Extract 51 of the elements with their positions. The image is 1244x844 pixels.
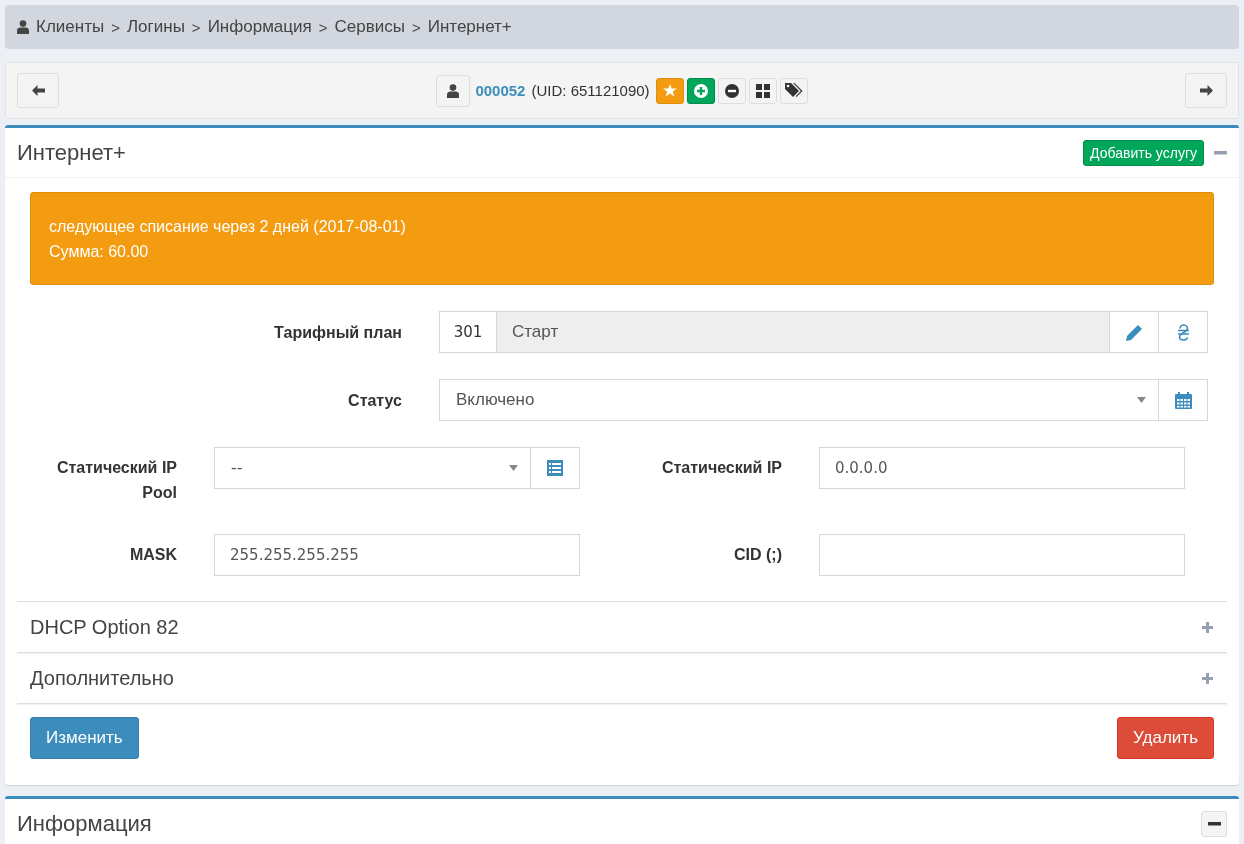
user-icon bbox=[17, 20, 29, 34]
arrow-right-icon bbox=[1199, 85, 1213, 96]
text-field[interactable]: 255.255.255.255 bbox=[214, 534, 580, 576]
collapse-icon bbox=[1207, 821, 1221, 826]
text-field[interactable] bbox=[819, 534, 1185, 576]
field-label: Статический IP bbox=[660, 458, 782, 478]
breadcrumb-separator: > bbox=[111, 18, 120, 36]
next-button[interactable] bbox=[1185, 73, 1227, 108]
user-icon bbox=[447, 83, 460, 98]
tags-icon bbox=[784, 83, 803, 98]
panel-title: Информация bbox=[17, 810, 152, 837]
panel-title: Интернет+ bbox=[17, 139, 126, 166]
field-label: Статус bbox=[347, 390, 402, 411]
collapsible-section[interactable]: DHCP Option 82 bbox=[17, 602, 1227, 653]
plus-circle-icon bbox=[693, 83, 708, 98]
alert-text: следующее списание через 2 дней (2017-08-01) bbox=[49, 217, 407, 237]
collapse-icon[interactable] bbox=[1214, 150, 1227, 155]
favorite-button[interactable] bbox=[655, 77, 684, 104]
section-title: DHCP Option 82 bbox=[30, 615, 179, 639]
field-label: CID (;) bbox=[733, 545, 782, 565]
alert-text: Сумма: 60.00 bbox=[49, 242, 150, 262]
field-label: MASK bbox=[128, 545, 177, 565]
breadcrumb-link[interactable]: Логины bbox=[126, 17, 185, 37]
remove-button[interactable] bbox=[717, 77, 746, 104]
minus-circle-icon bbox=[724, 83, 739, 98]
expand-icon[interactable] bbox=[1202, 672, 1213, 684]
delete-button[interactable]: Удалить bbox=[1117, 717, 1214, 759]
grid-button[interactable] bbox=[748, 77, 777, 104]
star-icon bbox=[662, 84, 677, 97]
add-button[interactable] bbox=[686, 77, 715, 104]
uid-text: (UID: 651121090) bbox=[531, 82, 650, 99]
text-field[interactable]: 0.0.0.0 bbox=[819, 447, 1185, 489]
save-button[interactable]: Изменить bbox=[30, 717, 139, 759]
field-label: Тарифный план bbox=[273, 322, 402, 343]
previous-button[interactable] bbox=[17, 73, 59, 108]
breadcrumb-link[interactable]: Клиенты bbox=[36, 17, 105, 37]
breadcrumb-link[interactable]: Сервисы bbox=[334, 17, 405, 37]
breadcrumb-current: Интернет+ bbox=[427, 17, 512, 37]
grid-icon bbox=[755, 83, 770, 98]
field-label: Статический IP Pool bbox=[55, 458, 177, 503]
tags-button[interactable] bbox=[779, 77, 808, 104]
arrow-left-icon bbox=[31, 85, 45, 96]
section-title: Дополнительно bbox=[30, 666, 174, 690]
user-button[interactable] bbox=[436, 74, 471, 107]
breadcrumb-separator: > bbox=[411, 18, 421, 36]
toggle-button[interactable] bbox=[1201, 810, 1227, 837]
breadcrumb-separator: > bbox=[191, 18, 201, 36]
collapsible-section[interactable]: Дополнительно bbox=[17, 653, 1227, 704]
breadcrumb-link[interactable]: Информация bbox=[207, 17, 312, 37]
breadcrumb-separator: > bbox=[318, 18, 328, 36]
expand-icon[interactable] bbox=[1202, 621, 1213, 633]
